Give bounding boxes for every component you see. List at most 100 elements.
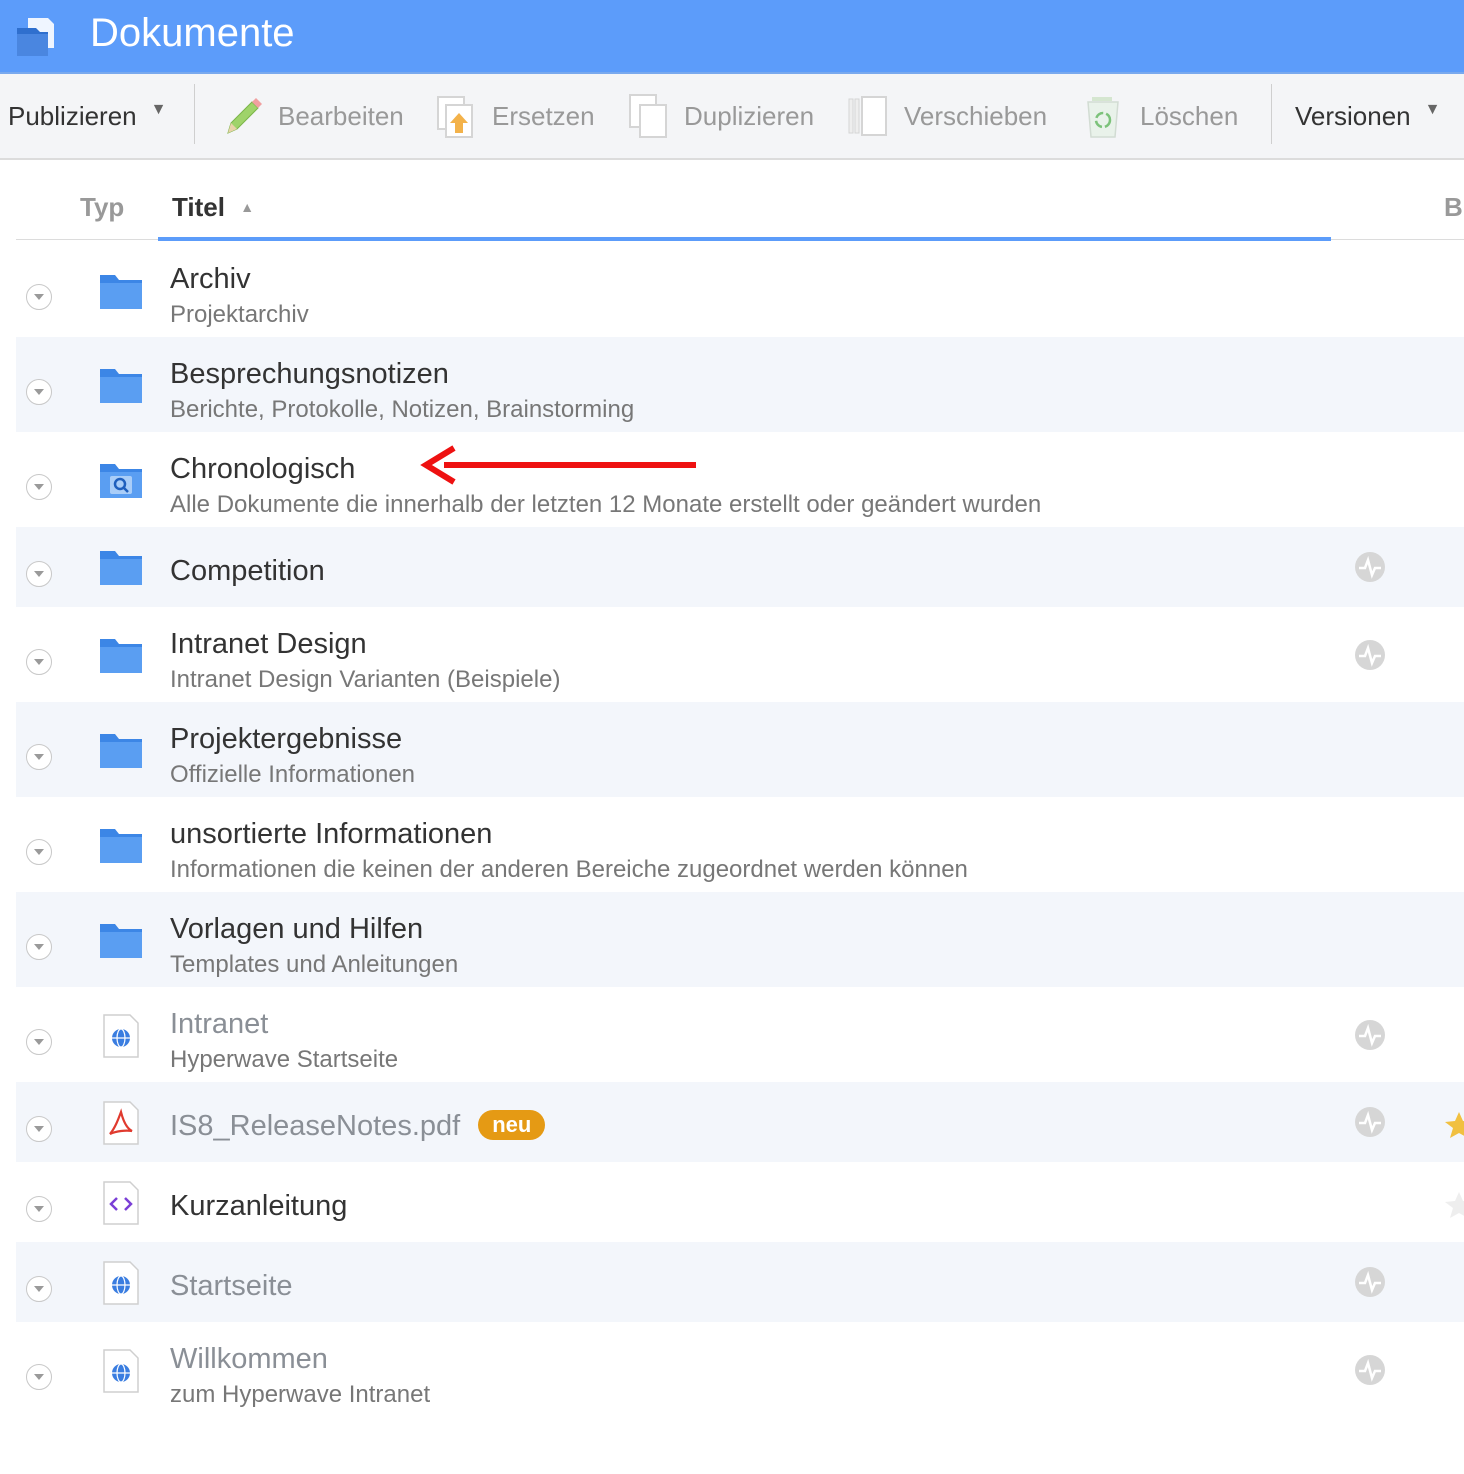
recycle-bin-icon <box>1087 97 1119 138</box>
list-item[interactable]: Vorlagen und Hilfen Templates und Anleit… <box>16 892 1464 987</box>
item-title[interactable]: Intranet Design <box>170 628 367 661</box>
column-header-type[interactable]: Typ <box>80 192 124 223</box>
move-button[interactable]: Verschieben <box>848 74 1047 158</box>
activity-icon[interactable] <box>1354 639 1386 671</box>
column-header-title[interactable]: Titel ▲ <box>172 192 254 223</box>
code-file-icon <box>103 1181 139 1225</box>
publish-dropdown[interactable]: Publizieren ▼ <box>8 74 166 158</box>
delete-label: Löschen <box>1140 100 1239 131</box>
item-title[interactable]: Projektergebnisse <box>170 723 402 756</box>
item-title-text: IS8_ReleaseNotes.pdf <box>170 1110 461 1142</box>
activity-icon[interactable] <box>1354 1019 1386 1051</box>
move-icon <box>848 96 887 136</box>
star-outline-icon[interactable] <box>1444 1190 1464 1220</box>
list-item[interactable]: Archiv Projektarchiv <box>16 241 1464 337</box>
toolbar-divider <box>194 84 195 144</box>
item-title[interactable]: Willkommen <box>170 1343 328 1376</box>
item-subtitle: Informationen die keinen der anderen Ber… <box>170 856 968 883</box>
activity-icon[interactable] <box>1354 1266 1386 1298</box>
item-title[interactable]: Archiv <box>170 263 251 296</box>
item-title[interactable]: Vorlagen und Hilfen <box>170 913 423 946</box>
expand-row-icon[interactable] <box>26 934 52 960</box>
move-label: Verschieben <box>904 100 1048 131</box>
activity-icon[interactable] <box>1354 1106 1386 1138</box>
item-subtitle: Intranet Design Varianten (Beispiele) <box>170 666 561 693</box>
item-title[interactable]: unsortierte Informationen <box>170 818 492 851</box>
expand-row-icon[interactable] <box>26 649 52 675</box>
item-subtitle: zum Hyperwave Intranet <box>170 1381 431 1408</box>
pencil-icon <box>227 98 262 134</box>
list-item[interactable]: Intranet Design Intranet Design Variante… <box>16 607 1464 702</box>
list-item[interactable]: Projektergebnisse Offizielle Information… <box>16 702 1464 797</box>
expand-row-icon[interactable] <box>26 1116 52 1142</box>
expand-row-icon[interactable] <box>26 1364 52 1390</box>
item-title[interactable]: Competition <box>170 555 325 588</box>
column-header-b-label: B <box>1444 192 1463 222</box>
column-header-title-label: Titel <box>172 192 225 222</box>
expand-row-icon[interactable] <box>26 839 52 865</box>
folder-icon <box>100 924 142 958</box>
expand-row-icon[interactable] <box>26 284 52 310</box>
list-item[interactable]: Intranet Hyperwave Startseite <box>16 987 1464 1082</box>
toolbar-divider <box>1271 84 1272 144</box>
item-title[interactable]: Intranet <box>170 1008 268 1041</box>
replace-icon <box>437 96 473 138</box>
star-icon[interactable] <box>1444 1110 1464 1140</box>
folder-icon <box>100 734 142 768</box>
page-title: Dokumente <box>90 11 295 55</box>
item-title[interactable]: IS8_ReleaseNotes.pdf neu <box>170 1110 546 1143</box>
item-subtitle: Berichte, Protokolle, Notizen, Brainstor… <box>170 396 635 423</box>
item-title[interactable]: Besprechungsnotizen <box>170 358 449 391</box>
activity-icon[interactable] <box>1354 1354 1386 1386</box>
item-subtitle: Hyperwave Startseite <box>170 1046 399 1073</box>
item-title[interactable]: Chronologisch <box>170 453 355 486</box>
folder-icon <box>100 639 142 673</box>
item-title[interactable]: Kurzanleitung <box>170 1190 347 1223</box>
folder-icon <box>100 829 142 863</box>
duplicate-button[interactable]: Duplizieren <box>628 74 814 158</box>
replace-label: Ersetzen <box>492 100 595 131</box>
item-subtitle: Projektarchiv <box>170 301 309 328</box>
list-item[interactable]: Startseite <box>16 1242 1464 1322</box>
expand-row-icon[interactable] <box>26 1196 52 1222</box>
web-page-icon <box>103 1349 139 1393</box>
new-badge: neu <box>478 1110 546 1140</box>
expand-row-icon[interactable] <box>26 744 52 770</box>
versions-label: Versionen <box>1295 100 1411 131</box>
chevron-down-icon: ▼ <box>1424 101 1441 118</box>
list-item[interactable]: Willkommen zum Hyperwave Intranet <box>16 1322 1464 1417</box>
expand-row-icon[interactable] <box>26 474 52 500</box>
duplicate-label: Duplizieren <box>684 100 815 131</box>
list-item[interactable]: Chronologisch Alle Dokumente die innerha… <box>16 432 1464 527</box>
list-item[interactable]: unsortierte Informationen Informationen … <box>16 797 1464 892</box>
list-item[interactable]: Besprechungsnotizen Berichte, Protokolle… <box>16 337 1464 432</box>
chevron-down-icon: ▼ <box>150 101 167 118</box>
list-item[interactable]: IS8_ReleaseNotes.pdf neu <box>16 1082 1464 1162</box>
replace-button[interactable]: Ersetzen <box>436 74 595 158</box>
column-header-type-label: Typ <box>80 192 125 222</box>
expand-row-icon[interactable] <box>26 1029 52 1055</box>
web-page-icon <box>103 1261 139 1305</box>
expand-row-icon[interactable] <box>26 379 52 405</box>
expand-row-icon[interactable] <box>26 561 52 587</box>
column-header-b[interactable]: B <box>1444 192 1463 223</box>
annotation-arrow-icon <box>420 445 696 485</box>
delete-button[interactable]: Löschen <box>1084 74 1238 158</box>
edit-button[interactable]: Bearbeiten <box>222 74 404 158</box>
item-title[interactable]: Startseite <box>170 1270 293 1303</box>
documents-icon <box>17 18 54 56</box>
edit-label: Bearbeiten <box>278 100 404 131</box>
web-page-icon <box>103 1014 139 1058</box>
app-header: Dokumente <box>0 0 1464 74</box>
item-subtitle: Templates und Anleitungen <box>170 951 459 978</box>
list-item[interactable]: Competition <box>16 527 1464 607</box>
list-item[interactable]: Kurzanleitung <box>16 1162 1464 1242</box>
duplicate-icon <box>629 94 667 138</box>
sort-ascending-icon: ▲ <box>240 199 255 215</box>
item-subtitle: Offizielle Informationen <box>170 761 416 788</box>
expand-row-icon[interactable] <box>26 1276 52 1302</box>
search-folder-icon <box>100 464 142 498</box>
folder-icon <box>100 551 142 585</box>
activity-icon[interactable] <box>1354 551 1386 583</box>
versions-dropdown[interactable]: Versionen ▼ <box>1295 74 1441 158</box>
